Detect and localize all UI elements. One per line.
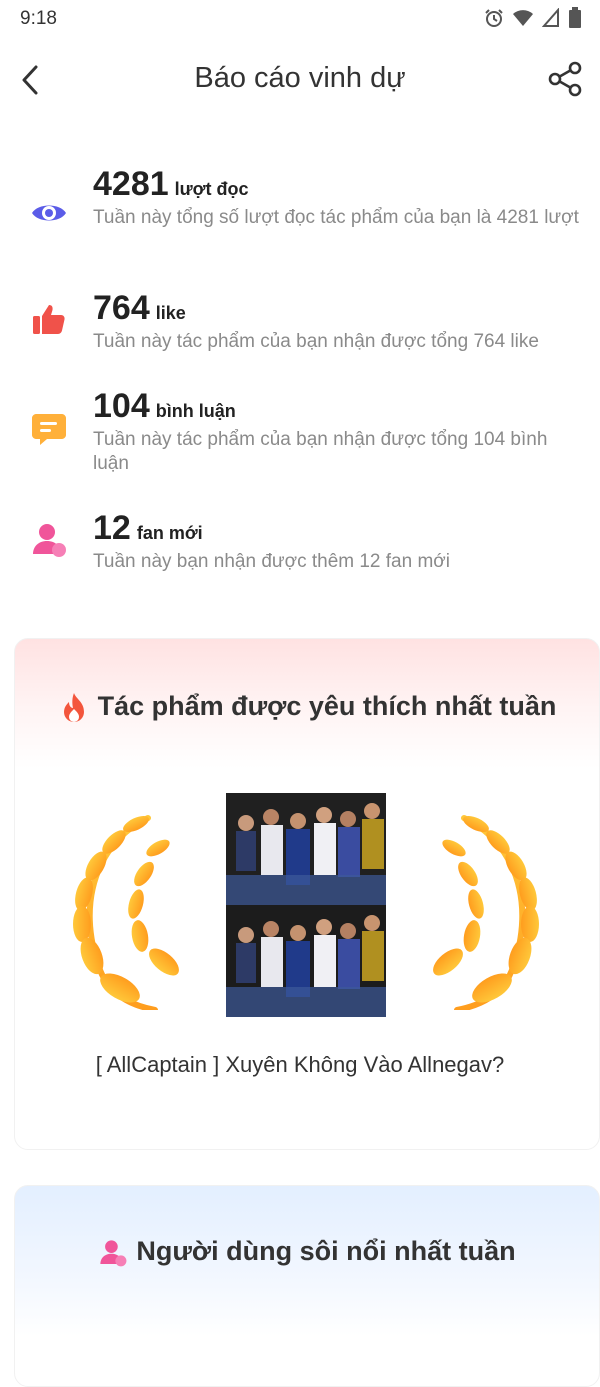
stat-description: Tuần này bạn nhận được thêm 12 fan mới	[93, 551, 450, 572]
signal-icon	[542, 8, 559, 27]
left-laurel-icon	[73, 815, 179, 1010]
alarm-icon	[485, 9, 503, 27]
eye-icon	[32, 205, 66, 221]
stat-unit: lượt đọc	[174, 179, 249, 199]
stat-description: Tuần này tác phẩm của bạn nhận được tổng…	[93, 429, 548, 474]
page-title: Báo cáo vinh dự	[194, 62, 406, 94]
top-user-card: Người dùng sôi nổi nhất tuần	[14, 1185, 600, 1387]
thumbs-up-icon	[33, 305, 65, 334]
user-icon	[100, 1240, 127, 1267]
work-cover-image[interactable]	[226, 793, 386, 1017]
wifi-icon	[513, 10, 533, 26]
fire-icon	[63, 693, 84, 722]
battery-icon	[569, 7, 581, 28]
status-time: 9:18	[20, 8, 57, 29]
right-laurel-icon	[433, 815, 539, 1010]
share-button[interactable]	[546, 60, 584, 98]
stat-unit: bình luận	[155, 401, 236, 421]
user-icon	[33, 524, 66, 557]
top-bar: Báo cáo vinh dự	[0, 50, 600, 110]
comment-icon	[32, 414, 66, 445]
share-icon	[548, 61, 582, 97]
status-bar: 9:18	[0, 0, 600, 36]
top-user-heading: Người dùng sôi nổi nhất tuần	[136, 1236, 516, 1266]
stat-number: 12	[93, 509, 131, 547]
work-title[interactable]: [ AllCaptain ] Xuyên Không Vào Allnegav?	[0, 1052, 600, 1078]
favorite-work-heading: Tác phẩm được yêu thích nhất tuần	[97, 691, 557, 722]
stat-unit: fan mới	[136, 523, 203, 543]
stat-description: Tuần này tác phẩm của bạn nhận được tổng…	[93, 331, 539, 352]
stat-number: 104	[93, 387, 150, 425]
stat-number: 764	[93, 289, 150, 327]
stat-number: 4281	[93, 165, 169, 203]
stat-description: Tuần này tổng số lượt đọc tác phẩm của b…	[93, 207, 579, 228]
cover-photo	[226, 793, 386, 1017]
stat-unit: like	[155, 303, 186, 323]
